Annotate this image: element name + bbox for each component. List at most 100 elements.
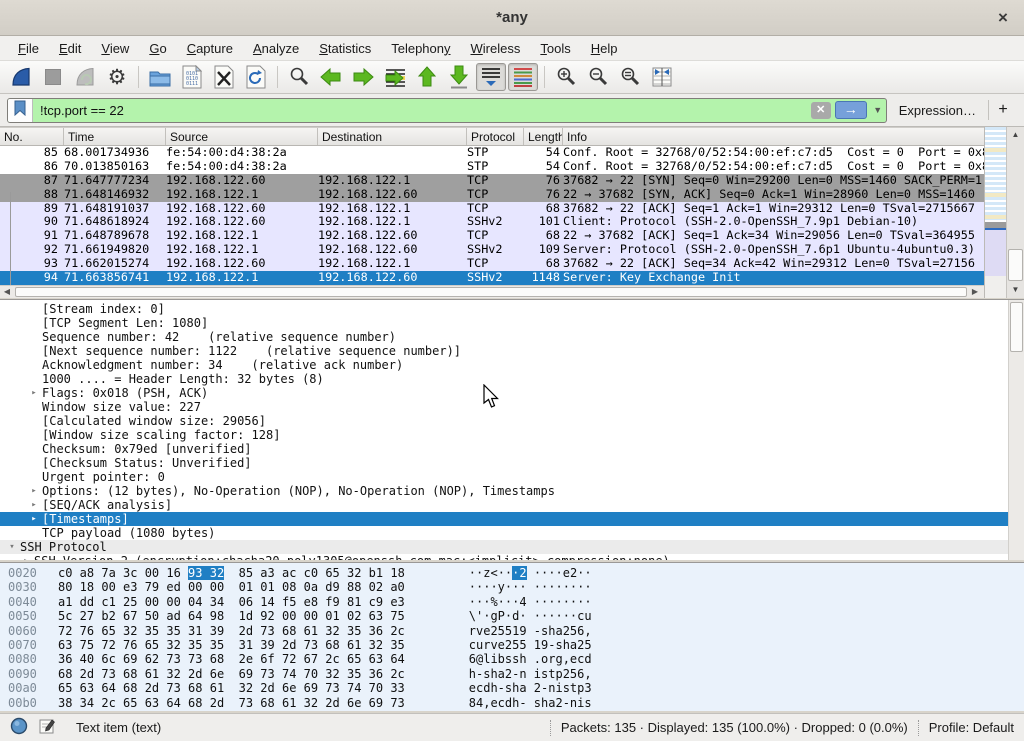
hex-row[interactable]: 00a0 65 63 64 68 2d 73 68 61 32 2d 6e 69… (0, 681, 1024, 695)
detail-row[interactable]: Urgent pointer: 0 (0, 470, 1024, 484)
expander-icon[interactable]: ▸ (26, 498, 42, 512)
expander-icon[interactable]: ▸ (26, 484, 42, 498)
hex-row[interactable]: 0070 63 75 72 76 65 32 35 35 31 39 2d 73… (0, 638, 1024, 652)
packet-row[interactable]: 94 71.663856741 192.168.122.1 192.168.12… (0, 271, 984, 285)
details-scroll-thumb[interactable] (1010, 302, 1023, 352)
expander-icon[interactable] (26, 330, 42, 344)
auto-scroll-toggle[interactable] (476, 63, 506, 91)
detail-row[interactable]: ▾ SSH Protocol (0, 540, 1024, 554)
hex-row[interactable]: 0040 a1 dd c1 25 00 00 04 34 06 14 f5 e8… (0, 595, 1024, 609)
find-packet-button[interactable] (284, 63, 314, 91)
packet-row[interactable]: 86 70.013850163 fe:54:00:d4:38:2a STP 54… (0, 160, 984, 174)
hex-ascii[interactable]: \'·gP·d· ······cu (469, 609, 592, 623)
filter-bookmark-button[interactable] (8, 99, 33, 122)
packet-row[interactable]: 93 71.662015274 192.168.122.60 192.168.1… (0, 257, 984, 271)
expander-icon[interactable] (26, 358, 42, 372)
zoom-reset-button[interactable] (615, 63, 645, 91)
hex-bytes[interactable]: a1 dd c1 25 00 00 04 34 06 14 f5 e8 f9 8… (58, 595, 405, 609)
detail-row[interactable]: [Window size scaling factor: 128] (0, 428, 1024, 442)
hscroll-thumb[interactable] (15, 287, 967, 297)
packet-row[interactable]: 85 68.001734936 fe:54:00:d4:38:2a STP 54… (0, 146, 984, 160)
reload-file-button[interactable] (241, 63, 271, 91)
column-header-length[interactable]: Length (524, 128, 563, 145)
add-filter-button-plus[interactable]: + (989, 101, 1017, 119)
expander-icon[interactable]: ▸ (18, 554, 34, 560)
start-capture-button[interactable] (6, 63, 36, 91)
restart-capture-button[interactable] (70, 63, 100, 91)
detail-row[interactable]: [Checksum Status: Unverified] (0, 456, 1024, 470)
hex-bytes[interactable]: 65 63 64 68 2d 73 68 61 32 2d 6e 69 73 7… (58, 681, 405, 695)
hex-bytes[interactable]: 68 2d 73 68 61 32 2d 6e 69 73 74 70 32 3… (58, 667, 405, 681)
detail-row[interactable]: ▸ Options: (12 bytes), No-Operation (NOP… (0, 484, 1024, 498)
expander-icon[interactable] (26, 302, 42, 316)
hex-ascii[interactable]: ···%···4 ········ (469, 595, 592, 609)
menu-item[interactable]: Help (581, 38, 628, 59)
intelligent-scrollbar-minimap[interactable] (984, 127, 1006, 298)
close-file-button[interactable] (209, 63, 239, 91)
expander-icon[interactable] (26, 456, 42, 470)
packet-row[interactable]: 88 71.648146932 192.168.122.1 192.168.12… (0, 188, 984, 202)
column-header-source[interactable]: Source (166, 128, 318, 145)
hex-ascii[interactable]: ··z<···2 ····e2·· (469, 566, 592, 580)
packet-row[interactable]: 91 71.648789678 192.168.122.1 192.168.12… (0, 229, 984, 243)
column-header-time[interactable]: Time (64, 128, 166, 145)
detail-row[interactable]: ▸ [Timestamps] (0, 512, 1024, 526)
vscroll-up-arrow[interactable]: ▲ (1007, 127, 1024, 143)
column-header-protocol[interactable]: Protocol (467, 128, 524, 145)
menu-item[interactable]: File (8, 38, 49, 59)
expander-icon[interactable]: ▸ (26, 512, 42, 526)
detail-row[interactable]: Acknowledgment number: 34 (relative ack … (0, 358, 1024, 372)
expander-icon[interactable]: ▾ (4, 540, 20, 554)
expander-icon[interactable] (26, 316, 42, 330)
hscroll-left-arrow[interactable]: ◀ (0, 286, 14, 298)
hex-ascii[interactable]: ····y··· ········ (469, 580, 592, 594)
capture-options-button[interactable]: ⚙ (102, 63, 132, 91)
menu-item[interactable]: View (91, 38, 139, 59)
hex-ascii[interactable]: 6@libssh .org,ecd (469, 652, 592, 666)
expander-icon[interactable] (26, 344, 42, 358)
go-back-button[interactable] (316, 63, 346, 91)
expander-icon[interactable] (26, 526, 42, 540)
menu-item[interactable]: Go (139, 38, 176, 59)
detail-row[interactable]: [Calculated window size: 29056] (0, 414, 1024, 428)
detail-row[interactable]: [TCP Segment Len: 1080] (0, 316, 1024, 330)
detail-row[interactable]: [Next sequence number: 1122 (relative se… (0, 344, 1024, 358)
detail-row[interactable]: ▸ [SEQ/ACK analysis] (0, 498, 1024, 512)
display-filter-field[interactable]: !tcp.port == 22 ✕ → ▼ (7, 98, 887, 123)
go-to-packet-button[interactable] (380, 63, 410, 91)
hex-bytes[interactable]: 38 34 2c 65 63 64 68 2d 73 68 61 32 2d 6… (58, 696, 405, 710)
menu-item[interactable]: Capture (177, 38, 243, 59)
hscroll-right-arrow[interactable]: ▶ (968, 286, 982, 298)
detail-row[interactable]: Sequence number: 42 (relative sequence n… (0, 330, 1024, 344)
detail-row[interactable]: Checksum: 0x79ed [unverified] (0, 442, 1024, 456)
detail-row[interactable]: [Stream index: 0] (0, 302, 1024, 316)
expander-icon[interactable] (26, 470, 42, 484)
hex-ascii[interactable]: 84,ecdh- sha2-nis (469, 696, 592, 710)
column-header-info[interactable]: Info (563, 128, 984, 145)
hex-ascii[interactable]: rve25519 -sha256, (469, 624, 592, 638)
hex-bytes[interactable]: 5c 27 b2 67 50 ad 64 98 1d 92 00 00 01 0… (58, 609, 405, 623)
resize-columns-button[interactable] (647, 63, 677, 91)
zoom-out-button[interactable] (583, 63, 613, 91)
capture-comment-button[interactable] (38, 717, 56, 738)
packet-row[interactable]: 89 71.648191037 192.168.122.60 192.168.1… (0, 202, 984, 216)
expression-button[interactable]: Expression… (887, 103, 988, 118)
menu-item[interactable]: Tools (530, 38, 580, 59)
hex-ascii[interactable]: curve255 19-sha25 (469, 638, 592, 652)
packet-row[interactable]: 87 71.647777234 192.168.122.60 192.168.1… (0, 174, 984, 188)
hex-row[interactable]: 0090 68 2d 73 68 61 32 2d 6e 69 73 74 70… (0, 667, 1024, 681)
hex-row[interactable]: 0030 80 18 00 e3 79 ed 00 00 01 01 08 0a… (0, 580, 1024, 594)
expander-icon[interactable] (26, 442, 42, 456)
zoom-in-button[interactable] (551, 63, 581, 91)
hex-row[interactable]: 0020 c0 a8 7a 3c 00 16 93 32 85 a3 ac c0… (0, 566, 1024, 580)
expander-icon[interactable]: ▸ (26, 386, 42, 400)
packet-row[interactable]: 92 71.661949820 192.168.122.1 192.168.12… (0, 243, 984, 257)
expander-icon[interactable] (26, 372, 42, 386)
hex-row[interactable]: 0080 36 40 6c 69 62 73 73 68 2e 6f 72 67… (0, 652, 1024, 666)
hex-bytes[interactable]: 63 75 72 76 65 32 35 35 31 39 2d 73 68 6… (58, 638, 405, 652)
hex-bytes[interactable]: 80 18 00 e3 79 ed 00 00 01 01 08 0a d9 8… (58, 580, 405, 594)
expert-info-button[interactable] (10, 717, 28, 738)
apply-filter-button[interactable]: → (835, 101, 867, 119)
detail-row[interactable]: Window size value: 227 (0, 400, 1024, 414)
detail-row[interactable]: 1000 .... = Header Length: 32 bytes (8) (0, 372, 1024, 386)
